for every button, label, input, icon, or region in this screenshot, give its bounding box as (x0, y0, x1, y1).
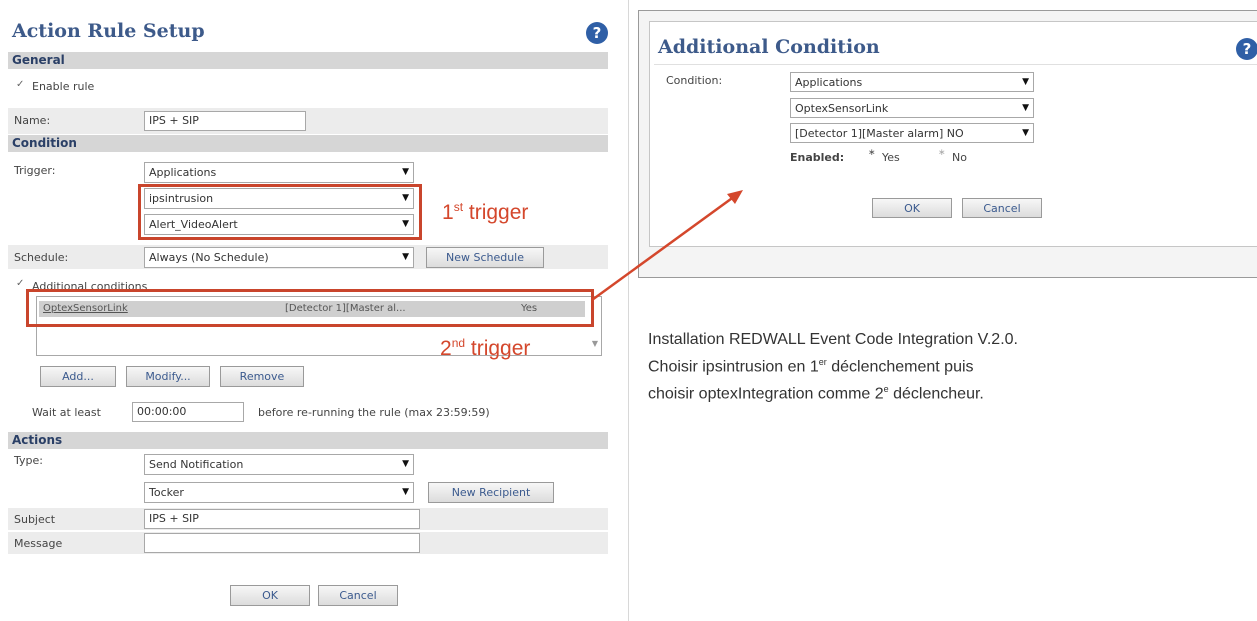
first-trigger-highlight (138, 184, 422, 240)
list-scroll-arrow-icon[interactable]: ▼ (592, 339, 598, 348)
second-trigger-highlight (26, 289, 594, 327)
name-label: Name: (14, 114, 51, 127)
trigger-type-select[interactable]: Applications ▼ (144, 162, 414, 183)
help-icon[interactable]: ? (1236, 38, 1257, 60)
dropdown-arrow-icon: ▼ (402, 252, 409, 262)
dropdown-arrow-icon: ▼ (1022, 103, 1029, 113)
help-icon[interactable]: ? (586, 22, 608, 44)
second-trigger-annotation: 2nd trigger (440, 336, 531, 360)
dropdown-arrow-icon: ▼ (402, 487, 409, 497)
trigger-label: Trigger: (14, 164, 56, 177)
radio-icon[interactable]: ∗ (868, 148, 876, 158)
message-row: Message (8, 532, 608, 554)
recipient-select[interactable]: Tocker ▼ (144, 482, 414, 503)
wait-input[interactable]: 00:00:00 (132, 402, 244, 422)
enabled-yes-label: Yes (882, 151, 900, 164)
dialog-title: Additional Condition (658, 36, 880, 58)
subject-label: Subject (14, 513, 56, 526)
panel-title: Action Rule Setup (12, 20, 205, 42)
wait-label: Wait at least (32, 406, 101, 419)
subject-input[interactable]: IPS + SIP (144, 509, 420, 529)
caption-line-1: Installation REDWALL Event Code Integrat… (648, 331, 1018, 348)
type-label: Type: (14, 454, 43, 467)
radio-icon[interactable]: ∗ (938, 148, 946, 158)
caption: Installation REDWALL Event Code Integrat… (648, 328, 1018, 406)
message-input[interactable] (144, 533, 420, 553)
dialog-content: Additional Condition ? Condition: Applic… (649, 21, 1257, 247)
ok-button[interactable]: OK (230, 585, 310, 606)
enabled-label: Enabled: (790, 151, 845, 164)
caption-line-2: Choisir ipsintrusion en 1er déclenchemen… (648, 357, 974, 376)
enable-rule-label: Enable rule (32, 80, 95, 93)
message-label: Message (14, 537, 63, 550)
add-button[interactable]: Add... (40, 366, 116, 387)
dropdown-arrow-icon: ▼ (1022, 128, 1029, 138)
condition-label: Condition: (666, 74, 723, 87)
enable-rule-row: ✓ Enable rule (8, 70, 608, 108)
first-trigger-annotation: 1st trigger (442, 200, 529, 224)
name-input[interactable]: IPS + SIP (144, 111, 306, 131)
schedule-row: Schedule: Always (No Schedule) ▼ New Sche… (8, 245, 608, 269)
condition-type-select[interactable]: Applications ▼ (790, 72, 1034, 92)
subject-row: Subject IPS + SIP (8, 508, 608, 530)
dialog-ok-button[interactable]: OK (872, 198, 952, 218)
name-row: Name: IPS + SIP (8, 108, 608, 134)
section-general: General (8, 52, 608, 69)
dropdown-arrow-icon: ▼ (402, 459, 409, 469)
enable-rule-checkbox[interactable]: ✓ (16, 79, 24, 90)
new-schedule-button[interactable]: New Schedule (426, 247, 544, 268)
action-rule-panel: Action Rule Setup ? General ✓ Enable rul… (8, 14, 612, 621)
additional-condition-dialog: Additional Condition ? Condition: Applic… (638, 10, 1257, 278)
cancel-button[interactable]: Cancel (318, 585, 398, 606)
wait-suffix: before re-running the rule (max 23:59:59… (258, 406, 490, 419)
condition-event-select[interactable]: [Detector 1][Master alarm] NO ▼ (790, 123, 1034, 143)
dialog-rule (654, 64, 1257, 65)
additional-conditions-checkbox[interactable]: ✓ (16, 278, 24, 289)
schedule-select[interactable]: Always (No Schedule) ▼ (144, 247, 414, 268)
schedule-label: Schedule: (14, 251, 69, 264)
enabled-no-label: No (952, 151, 967, 164)
remove-button[interactable]: Remove (220, 366, 304, 387)
divider (628, 0, 629, 621)
dropdown-arrow-icon: ▼ (402, 167, 409, 177)
section-condition: Condition (8, 135, 608, 152)
new-recipient-button[interactable]: New Recipient (428, 482, 554, 503)
dropdown-arrow-icon: ▼ (1022, 77, 1029, 87)
modify-button[interactable]: Modify... (126, 366, 210, 387)
caption-line-3: choisir optexIntegration comme 2e déclen… (648, 384, 984, 403)
section-actions: Actions (8, 432, 608, 449)
dialog-cancel-button[interactable]: Cancel (962, 198, 1042, 218)
action-type-select[interactable]: Send Notification ▼ (144, 454, 414, 475)
condition-source-select[interactable]: OptexSensorLink ▼ (790, 98, 1034, 118)
